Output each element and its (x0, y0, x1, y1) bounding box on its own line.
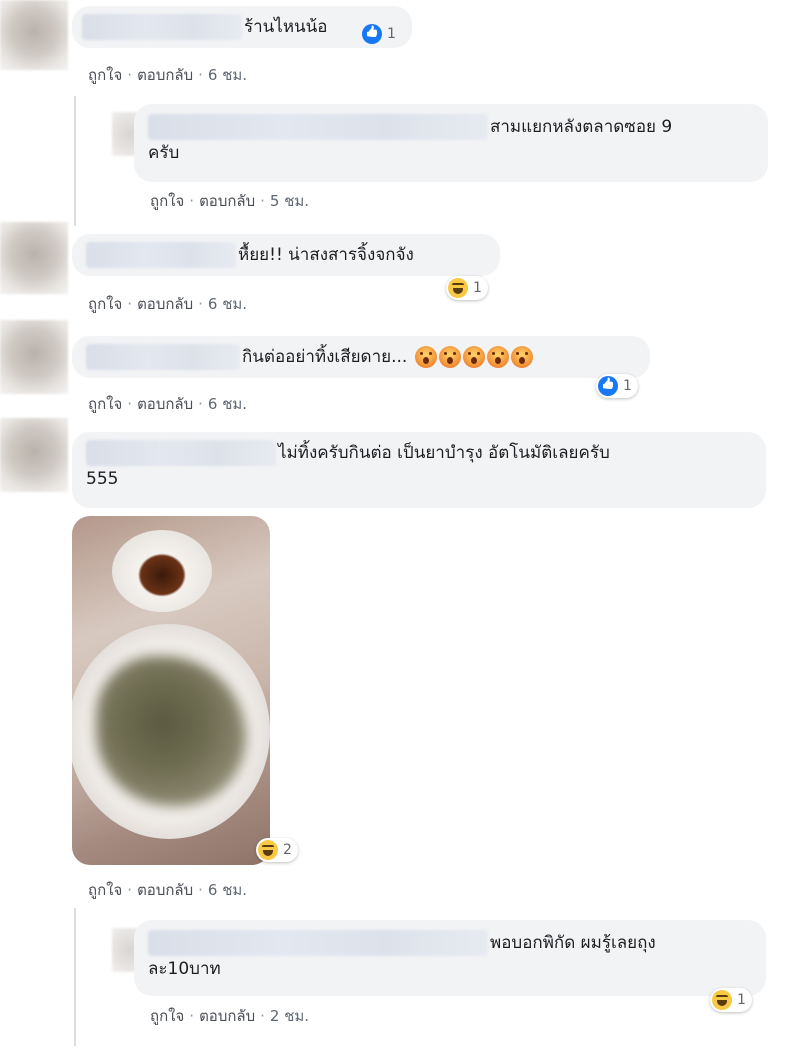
timestamp[interactable]: 5 ชม. (270, 192, 309, 210)
reply-link[interactable]: ตอบกลับ (199, 1007, 255, 1025)
comment-text: พอบอกพิกัด ผมรู้เลยถุง (490, 933, 656, 953)
reply-link[interactable]: ตอบกลับ (137, 66, 193, 84)
timestamp[interactable]: 6 ชม. (208, 395, 247, 413)
wow-emoji-icon (438, 346, 461, 368)
comment-text: กินต่ออย่าทิ้งเสียดาย... (242, 347, 408, 367)
reply-link[interactable]: ตอบกลับ (137, 395, 193, 413)
reaction-count[interactable]: 2 (256, 838, 298, 862)
reaction-count[interactable]: 1 (446, 276, 488, 300)
reaction-count[interactable]: 1 (596, 374, 638, 398)
comment-actions: ถูกใจ · ตอบกลับ · 6 ชม. (88, 395, 248, 413)
reaction-count[interactable]: 1 (710, 988, 752, 1012)
commenter-name[interactable] (148, 114, 488, 140)
comment-text: ไม่ทิ้งครับกินต่อ เป็นยาบำรุง อัตโนมัติเ… (278, 443, 610, 463)
commenter-name[interactable] (148, 930, 488, 956)
comment-bubble: ไม่ทิ้งครับกินต่อ เป็นยาบำรุง อัตโนมัติเ… (72, 432, 766, 508)
timestamp[interactable]: 2 ชม. (270, 1007, 309, 1025)
reaction-count[interactable]: 1 (360, 22, 402, 46)
like-thumb-icon (598, 376, 618, 396)
like-link[interactable]: ถูกใจ (88, 395, 122, 413)
comment-text: ร้านไหนน้อ (244, 17, 328, 37)
avatar[interactable] (0, 418, 68, 492)
commenter-name[interactable] (86, 344, 240, 370)
comment-actions: ถูกใจ · ตอบกลับ · 6 ชม. (88, 66, 248, 84)
reply-link[interactable]: ตอบกลับ (137, 881, 193, 899)
commenter-name[interactable] (86, 440, 276, 466)
like-link[interactable]: ถูกใจ (88, 66, 122, 84)
thread-line (74, 908, 76, 1046)
wow-emoji-icon (414, 346, 437, 368)
comment-text: หื้ยย!! น่าสงสารจิ้งจกจัง (238, 245, 414, 265)
like-thumb-icon (362, 24, 382, 44)
like-link[interactable]: ถูกใจ (88, 881, 122, 899)
haha-emoji-icon (258, 840, 278, 860)
avatar[interactable] (0, 222, 68, 294)
comment-text-line2: ละ10บาท (148, 959, 221, 979)
commenter-name[interactable] (82, 14, 242, 40)
comment-actions: ถูกใจ · ตอบกลับ · 6 ชม. (88, 881, 248, 899)
comment-photo[interactable] (72, 516, 270, 865)
comment-actions: ถูกใจ · ตอบกลับ · 2 ชม. (150, 1007, 310, 1025)
comment-text-line2: 555 (86, 469, 119, 489)
timestamp[interactable]: 6 ชม. (208, 295, 247, 313)
like-link[interactable]: ถูกใจ (150, 1007, 184, 1025)
timestamp[interactable]: 6 ชม. (208, 66, 247, 84)
wow-emoji-icon (462, 346, 485, 368)
timestamp[interactable]: 6 ชม. (208, 881, 247, 899)
like-link[interactable]: ถูกใจ (88, 295, 122, 313)
comment-text-line2: ครับ (148, 143, 180, 163)
haha-emoji-icon (712, 990, 732, 1010)
comment-bubble: กินต่ออย่าทิ้งเสียดาย... (72, 336, 650, 378)
comment-actions: ถูกใจ · ตอบกลับ · 5 ชม. (150, 192, 310, 210)
wow-emoji-icon (486, 346, 509, 368)
comment-bubble: สามแยกหลังตลาดซอย 9 ครับ (134, 104, 768, 182)
thread-line (74, 96, 76, 226)
like-link[interactable]: ถูกใจ (150, 192, 184, 210)
avatar[interactable] (0, 320, 68, 394)
comment-actions: ถูกใจ · ตอบกลับ · 6 ชม. (88, 295, 248, 313)
wow-emoji-icon (510, 346, 533, 368)
comment-text: สามแยกหลังตลาดซอย 9 (490, 117, 673, 137)
reply-link[interactable]: ตอบกลับ (199, 192, 255, 210)
haha-emoji-icon (448, 278, 468, 298)
commenter-name[interactable] (86, 242, 236, 268)
reply-link[interactable]: ตอบกลับ (137, 295, 193, 313)
comment-bubble: หื้ยย!! น่าสงสารจิ้งจกจัง (72, 234, 500, 276)
comment-bubble: พอบอกพิกัด ผมรู้เลยถุง ละ10บาท (134, 920, 766, 996)
avatar[interactable] (0, 0, 68, 70)
